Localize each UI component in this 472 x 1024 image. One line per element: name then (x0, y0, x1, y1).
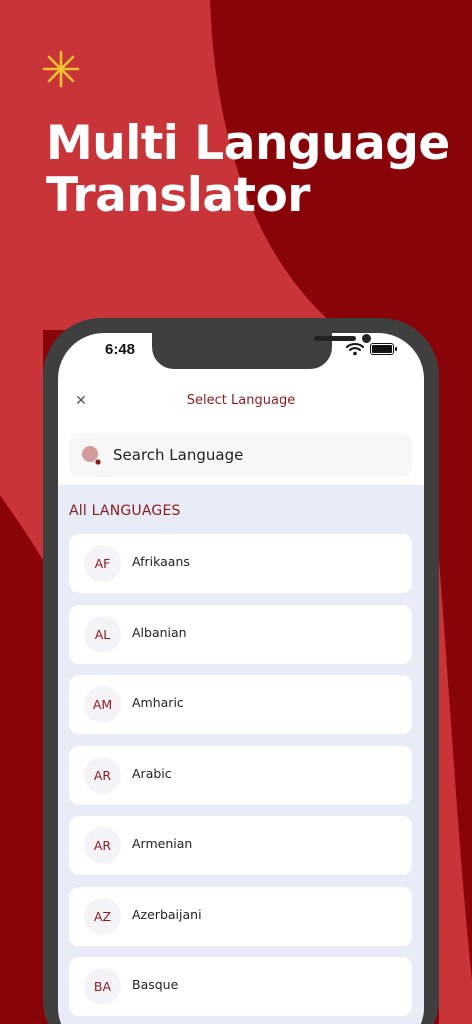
phone-screen: 6:48 ✕ Select Language All LANGUAGES AF … (58, 333, 424, 1024)
language-name: Armenian (132, 836, 193, 851)
section-label: All LANGUAGES (69, 503, 181, 519)
status-time: 6:48 (105, 341, 136, 358)
headline-line-2: Translator (46, 168, 311, 223)
language-code-badge: AZ (84, 897, 121, 935)
language-list-area: All LANGUAGES AF Afrikaans AL Albanian A… (58, 485, 424, 1024)
headline: Multi Language Translator (46, 118, 456, 222)
speaker-grille (314, 336, 356, 341)
battery-level (372, 345, 392, 353)
list-item[interactable]: AR Arabic (69, 745, 412, 805)
language-code-badge: AL (84, 615, 121, 653)
list-item[interactable]: AR Armenian (69, 816, 412, 875)
language-code-badge: AM (84, 686, 121, 723)
language-code-badge: BA (84, 968, 121, 1005)
search-box[interactable] (69, 433, 412, 477)
wifi-icon (346, 343, 364, 356)
language-name: Afrikaans (132, 554, 190, 569)
language-code-badge: AR (84, 827, 121, 864)
status-icons (346, 342, 397, 356)
headline-line-1: Multi Language (46, 116, 450, 171)
language-name: Arabic (132, 765, 172, 781)
language-list: AF Afrikaans AL Albanian AM Amharic AR A… (69, 534, 412, 1024)
list-item[interactable]: AZ Azerbaijani (69, 886, 412, 946)
language-code-badge: AR (84, 756, 121, 794)
battery-icon (370, 343, 397, 355)
list-item[interactable]: AM Amharic (69, 675, 412, 734)
language-name: Azerbaijani (132, 906, 202, 922)
app-header: ✕ Select Language (58, 389, 424, 415)
search-icon (82, 446, 101, 465)
list-item[interactable]: AF Afrikaans (69, 534, 412, 593)
phone-notch (152, 333, 371, 369)
search-input[interactable] (113, 433, 403, 477)
sparkle-icon (42, 50, 80, 88)
language-name: Basque (132, 977, 179, 992)
language-name: Albanian (132, 624, 187, 640)
list-item[interactable]: AL Albanian (69, 604, 412, 664)
language-name: Amharic (132, 695, 184, 710)
list-item[interactable]: BA Basque (69, 957, 412, 1016)
page-title: Select Language (186, 393, 296, 408)
language-code-badge: AF (84, 545, 121, 582)
